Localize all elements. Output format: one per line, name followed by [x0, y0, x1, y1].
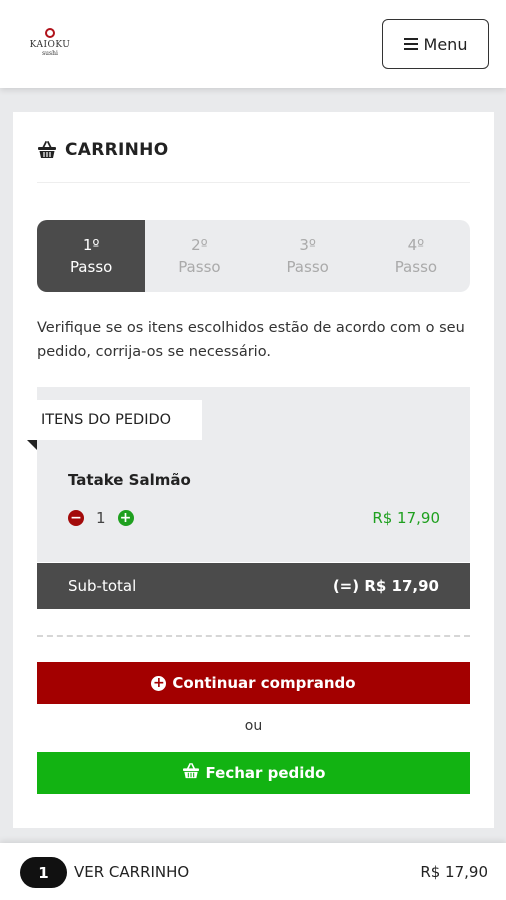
step-2: 2º Passo [145, 220, 253, 292]
step-label: Passo [178, 258, 221, 276]
bottom-cart-bar[interactable]: 1 VER CARRINHO R$ 17,90 [0, 843, 506, 900]
logo-mark-icon [45, 27, 55, 38]
order-items-label: ITENS DO PEDIDO [27, 400, 202, 440]
plus-circle-icon: + [151, 675, 167, 691]
continue-shopping-button[interactable]: + Continuar comprando [37, 662, 470, 704]
basket-icon [37, 141, 57, 159]
subtotal-bar: Sub-total (=) R$ 17,90 [37, 563, 470, 609]
checkout-button[interactable]: Fechar pedido [37, 752, 470, 794]
ribbon-fold [27, 440, 37, 450]
step-1: 1º Passo [37, 220, 146, 292]
logo-name: KAIOKU [29, 39, 71, 50]
cart-total: R$ 17,90 [420, 863, 488, 881]
step-label: Passo [69, 258, 113, 276]
step-3: 3º Passo [254, 220, 362, 292]
item-quantity-row: − 1 + R$ 17,90 [68, 509, 440, 527]
item-quantity: 1 [96, 509, 106, 527]
step-number: 2º [191, 236, 208, 254]
cart-title-text: CARRINHO [65, 140, 169, 160]
dashed-divider [37, 635, 470, 637]
intro-text: Verifique se os itens escolhidos estão d… [37, 320, 465, 360]
or-separator: ou [244, 718, 263, 734]
hamburger-icon [403, 38, 418, 50]
top-bar: KAIOKU sushi Menu [0, 0, 506, 88]
increase-quantity-icon[interactable]: + [117, 510, 134, 526]
step-number: 4º [407, 236, 425, 254]
continue-shopping-label: Continuar comprando [172, 674, 356, 692]
checkout-steps: 1º Passo 2º Passo 3º Passo 4º Passo [37, 220, 470, 292]
subtotal-label: Sub-total [68, 577, 137, 595]
step-number: 1º [82, 236, 100, 254]
order-items-panel: ITENS DO PEDIDO Tatake Salmão − 1 + R$ 1… [27, 387, 470, 562]
basket-icon [182, 763, 200, 783]
divider [37, 182, 470, 183]
item-name: Tatake Salmão [68, 471, 191, 489]
cart-title: CARRINHO [37, 140, 168, 160]
step-label: Passo [286, 258, 329, 276]
view-cart-link[interactable]: VER CARRINHO [74, 863, 189, 881]
item-price: R$ 17,90 [372, 509, 440, 527]
cart-count-badge: 1 [20, 857, 67, 888]
menu-button-label: Menu [423, 34, 468, 54]
step-number: 3º [299, 236, 316, 254]
cart-card: CARRINHO 1º Passo 2º Passo 3º Passo 4º P… [13, 112, 494, 828]
logo[interactable]: KAIOKU sushi [28, 20, 72, 64]
checkout-label: Fechar pedido [205, 764, 326, 782]
subtotal-value: (=) R$ 17,90 [332, 577, 439, 595]
menu-button[interactable]: Menu [382, 19, 489, 69]
decrease-quantity-icon[interactable]: − [68, 510, 84, 526]
step-label: Passo [394, 258, 438, 276]
step-4: 4º Passo [362, 220, 470, 292]
logo-sub: sushi [42, 49, 58, 57]
